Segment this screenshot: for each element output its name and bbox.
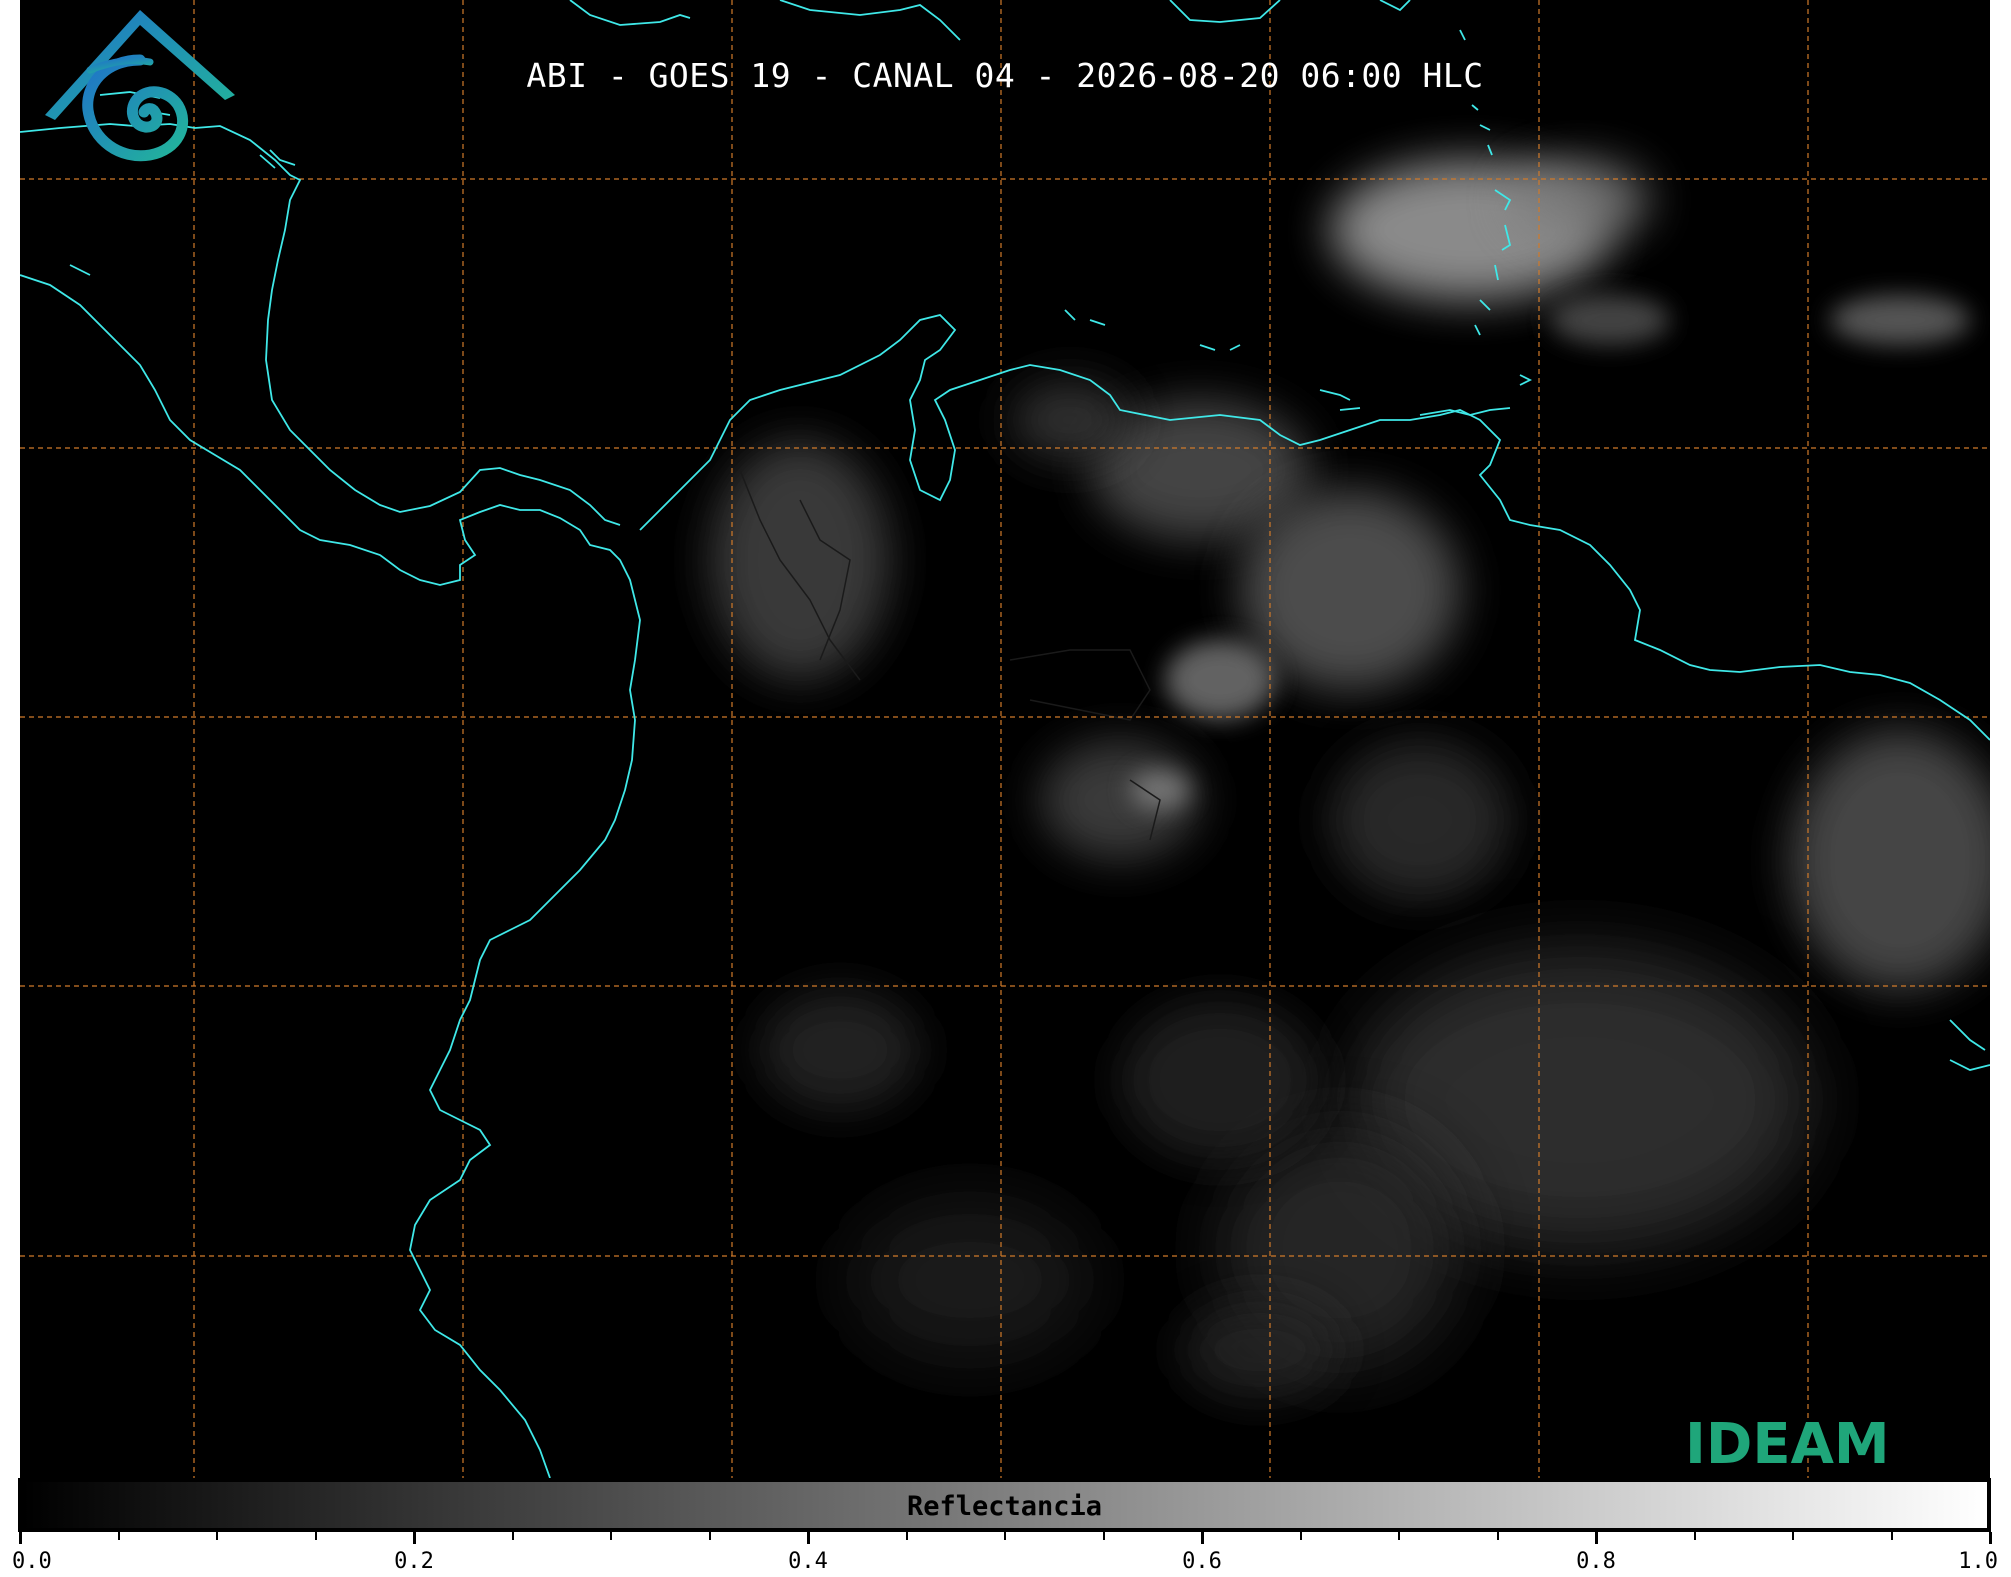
colorbar-minor-tick	[1300, 1532, 1302, 1540]
ideam-logo-text: IDEAM	[1685, 1412, 1890, 1477]
ideam-logo-icon	[45, 10, 235, 162]
colorbar-tick-label: 0.4	[788, 1549, 828, 1574]
colorbar-minor-tick	[315, 1532, 317, 1540]
colorbar-minor-tick	[1004, 1532, 1006, 1540]
colorbar-minor-tick	[1694, 1532, 1696, 1540]
satellite-map: ABI - GOES 19 - CANAL 04 - 2026-08-20 06…	[20, 0, 1990, 1478]
colorbar-minor-tick	[1792, 1532, 1794, 1540]
map-title: ABI - GOES 19 - CANAL 04 - 2026-08-20 06…	[526, 56, 1484, 95]
colorbar-minor-tick	[610, 1532, 612, 1540]
colorbar-minor-tick	[1103, 1532, 1105, 1540]
cloud-field	[710, 160, 1990, 1400]
colorbar-major-tick	[19, 1532, 22, 1544]
colorbar-minor-tick	[1398, 1532, 1400, 1540]
graticule	[20, 0, 1990, 1478]
colorbar-major-tick	[807, 1532, 810, 1544]
colorbar-minor-tick	[1497, 1532, 1499, 1540]
colorbar-label: Reflectancia	[906, 1491, 1103, 1522]
map-canvas	[20, 0, 1990, 1478]
colorbar: Reflectancia	[18, 1478, 1991, 1532]
colorbar-major-tick	[1201, 1532, 1204, 1544]
colorbar-tick-label: 0.8	[1576, 1549, 1616, 1574]
colorbar-major-tick	[413, 1532, 416, 1544]
colorbar-tick-label: 0.6	[1182, 1549, 1222, 1574]
colorbar-minor-tick	[512, 1532, 514, 1540]
colorbar-minor-tick	[709, 1532, 711, 1540]
colorbar-minor-tick	[216, 1532, 218, 1540]
colorbar-tick-label: 0.2	[394, 1549, 434, 1574]
colorbar-major-tick	[1595, 1532, 1598, 1544]
colorbar-minor-tick	[906, 1532, 908, 1540]
colorbar-minor-tick	[1891, 1532, 1893, 1540]
colorbar-tick-label: 1.0	[1958, 1549, 1998, 1574]
colorbar-major-tick	[1989, 1532, 1992, 1544]
colorbar-tick-label: 0.0	[12, 1549, 52, 1574]
colorbar-minor-tick	[118, 1532, 120, 1540]
colorbar-axis: 0.0 0.2 0.4 0.6 0.8 1.0	[12, 1532, 1998, 1577]
